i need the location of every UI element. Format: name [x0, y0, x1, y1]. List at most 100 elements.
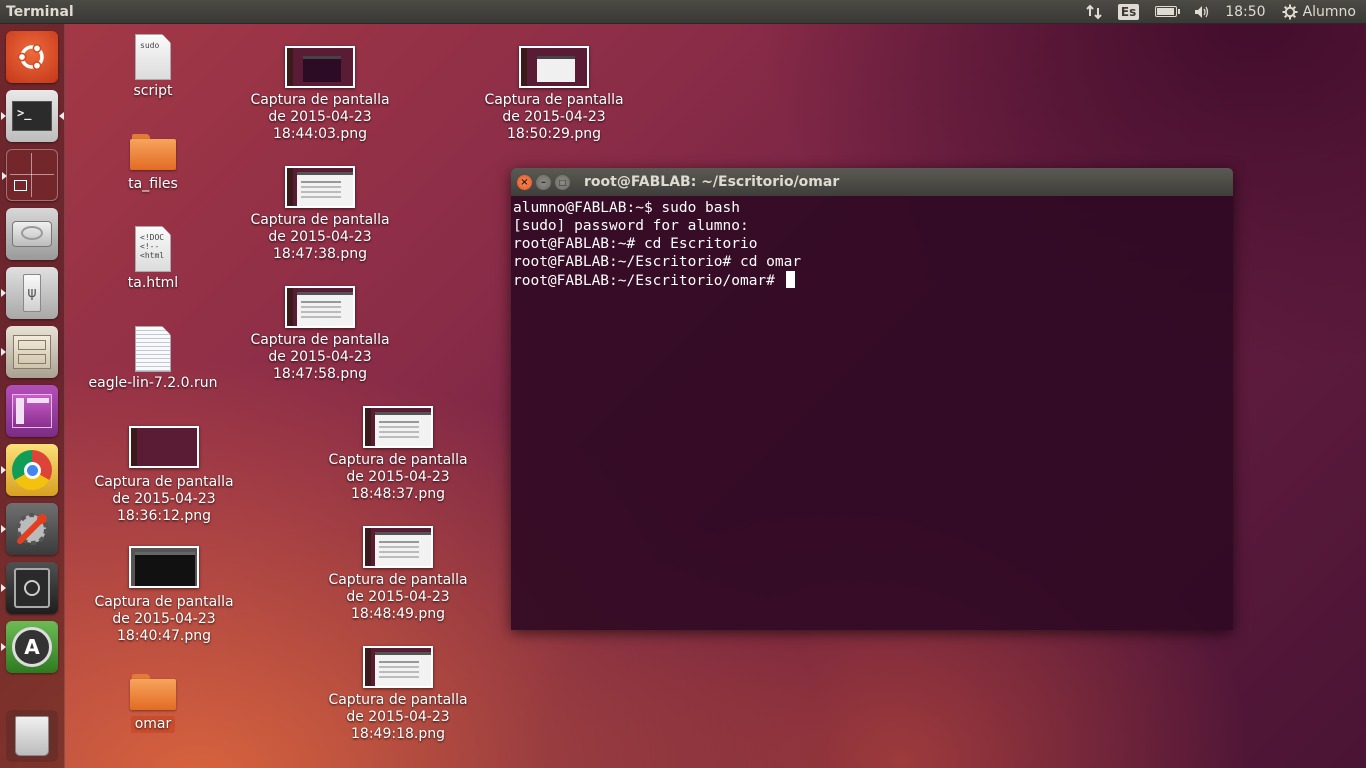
file-label: Captura de pantalla de 2015-04-23 18:47:… [250, 212, 390, 262]
desktop-screenshot-18473[interactable]: Captura de pantalla de 2015-04-23 18:47:… [250, 166, 390, 263]
terminal-line: root@FABLAB:~/Escritorio# cd omar [513, 254, 802, 270]
text-cursor [785, 271, 795, 288]
image-thumbnail [285, 166, 355, 208]
minimize-button[interactable]: – [536, 174, 551, 190]
safe-icon [14, 568, 50, 608]
maximize-icon: □ [558, 177, 567, 187]
indicator-area: Es 18:50 Alumno [1078, 0, 1366, 24]
desktop-file-script[interactable]: sudo script [108, 34, 198, 100]
desktop-screenshot-18475[interactable]: Captura de pantalla de 2015-04-23 18:47:… [250, 286, 390, 383]
battery-gauge [1155, 6, 1181, 17]
focused-indicator [59, 112, 64, 120]
running-indicator [1, 525, 6, 533]
running-indicator [1, 466, 6, 474]
file-label: Captura de pantalla de 2015-04-23 18:48:… [328, 572, 468, 622]
terminal-output[interactable]: alumno@FABLAB:~$ sudo bash [sudo] passwo… [511, 196, 1233, 293]
folder-label: omar [130, 716, 176, 733]
launcher-workspace-switcher[interactable] [2, 149, 58, 201]
folder-icon [130, 674, 176, 710]
image-thumbnail [285, 46, 355, 88]
settings-wrench-icon [16, 513, 48, 545]
file-preview-text: <!DOC <!-- <html [140, 233, 165, 260]
desktop-screenshot-1850[interactable]: Captura de pantalla de 2015-04-23 18:50:… [484, 46, 624, 143]
maximize-button[interactable]: □ [555, 174, 570, 190]
file-label: Captura de pantalla de 2015-04-23 18:36:… [94, 474, 234, 524]
desktop-screenshot-1849[interactable]: Captura de pantalla de 2015-04-23 18:49:… [328, 646, 468, 743]
volume-icon[interactable] [1185, 0, 1217, 24]
keyboard-layout-indicator[interactable]: Es [1110, 0, 1147, 24]
terminal-title: root@FABLAB: ~/Escritorio/omar [584, 174, 840, 190]
terminal-titlebar[interactable]: × – □ root@FABLAB: ~/Escritorio/omar [511, 168, 1233, 196]
executable-file-icon [135, 326, 171, 372]
desktop-screenshot-1844[interactable]: Captura de pantalla de 2015-04-23 18:44:… [250, 46, 390, 143]
file-label: Captura de pantalla de 2015-04-23 18:49:… [328, 692, 468, 742]
battery-fill [1157, 8, 1175, 15]
launcher-disk-drive[interactable] [6, 208, 58, 260]
file-label: ta.html [127, 275, 179, 291]
launcher-vault[interactable] [1, 562, 58, 614]
desktop-file-eagle[interactable]: eagle-lin-7.2.0.run [88, 326, 218, 392]
running-indicator [2, 172, 7, 180]
terminal-line: root@FABLAB:~# cd Escritorio [513, 236, 758, 252]
close-button[interactable]: × [517, 174, 532, 190]
updater-icon: A [12, 627, 52, 667]
terminal-prompt: root@FABLAB:~/Escritorio/omar# [513, 273, 784, 289]
launcher: >_ ψ A [0, 24, 65, 768]
terminal-icon: >_ [12, 101, 52, 131]
file-label: Captura de pantalla de 2015-04-23 18:50:… [484, 92, 624, 142]
running-indicator [1, 584, 6, 592]
launcher-terminal[interactable]: >_ [1, 90, 64, 142]
trash-icon [15, 716, 49, 756]
launcher-file-manager[interactable] [1, 326, 58, 378]
text-file-icon: sudo [135, 34, 171, 80]
terminal-line: [sudo] password for alumno: [513, 218, 749, 234]
desktop-file-ta-html[interactable]: <!DOC <!-- <html ta.html [108, 226, 198, 292]
file-cabinet-icon [13, 335, 51, 369]
file-label: Captura de pantalla de 2015-04-23 18:48:… [328, 452, 468, 502]
image-thumbnail [363, 646, 433, 688]
hard-drive-icon [12, 221, 52, 247]
network-icon[interactable] [1078, 0, 1110, 24]
usb-icon: ψ [23, 274, 41, 312]
file-label: Captura de pantalla de 2015-04-23 18:44:… [250, 92, 390, 142]
launcher-software-center[interactable] [6, 385, 58, 437]
image-thumbnail [519, 46, 589, 88]
keyboard-layout-label: Es [1117, 3, 1140, 20]
top-panel: Terminal Es 18:50 Alumno [0, 0, 1366, 24]
terminal-prompt-line[interactable]: root@FABLAB:~/Escritorio/omar# [513, 271, 1231, 290]
user-name: Alumno [1302, 3, 1356, 20]
image-thumbnail [129, 546, 199, 588]
launcher-software-updater[interactable]: A [1, 621, 58, 673]
launcher-usb-drive[interactable]: ψ [1, 267, 58, 319]
terminal-line: alumno@FABLAB:~$ sudo bash [513, 200, 740, 216]
chrome-icon [12, 450, 52, 490]
terminal-window[interactable]: × – □ root@FABLAB: ~/Escritorio/omar alu… [511, 168, 1233, 630]
ubuntu-logo-icon [17, 44, 44, 70]
desktop-screenshot-1840[interactable]: Captura de pantalla de 2015-04-23 18:40:… [94, 546, 234, 645]
file-label: script [133, 83, 173, 99]
software-center-icon [12, 394, 52, 428]
workspace-icon [10, 153, 54, 197]
folder-icon [130, 134, 176, 170]
session-menu[interactable]: Alumno [1274, 0, 1366, 24]
close-icon: × [520, 176, 529, 188]
desktop-screenshot-1836[interactable]: Captura de pantalla de 2015-04-23 18:36:… [94, 426, 234, 525]
desktop-screenshot-18484[interactable]: Captura de pantalla de 2015-04-23 18:48:… [328, 526, 468, 623]
app-title: Terminal [6, 3, 74, 20]
clock[interactable]: 18:50 [1217, 0, 1273, 24]
desktop-screenshot-18483[interactable]: Captura de pantalla de 2015-04-23 18:48:… [328, 406, 468, 503]
running-indicator [1, 643, 6, 651]
desktop-folder-ta-files[interactable]: ta_files [108, 134, 198, 193]
dash-home-button[interactable] [6, 31, 58, 83]
image-thumbnail [285, 286, 355, 328]
gear-icon [1282, 4, 1298, 19]
image-thumbnail [363, 406, 433, 448]
minimize-icon: – [541, 176, 546, 188]
file-label: eagle-lin-7.2.0.run [88, 375, 218, 391]
file-label: Captura de pantalla de 2015-04-23 18:47:… [250, 332, 390, 382]
launcher-system-settings[interactable] [1, 503, 58, 555]
launcher-trash[interactable] [6, 710, 58, 762]
battery-icon[interactable] [1147, 0, 1185, 24]
desktop-folder-omar[interactable]: omar [108, 674, 198, 733]
launcher-chrome[interactable] [1, 444, 58, 496]
